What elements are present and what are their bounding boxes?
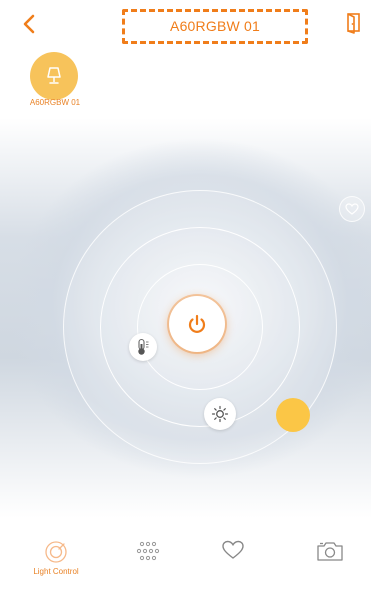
tab-label: Light Control [33, 567, 79, 576]
tab-scenes[interactable] [113, 540, 183, 590]
tab-camera[interactable] [295, 540, 365, 590]
heart-icon [222, 540, 244, 559]
color-picker-knob[interactable] [276, 398, 310, 432]
device-name-label: A60RGBW 01 [29, 98, 81, 107]
camera-icon [317, 542, 343, 561]
scenes-dots-icon [136, 541, 160, 561]
top-bar: A60RGBW 01 [0, 0, 371, 46]
color-temperature-button[interactable] [129, 333, 157, 361]
heart-icon [345, 203, 359, 215]
device-thumbnail[interactable] [30, 52, 78, 100]
power-button[interactable] [169, 296, 225, 352]
title-highlight-box: A60RGBW 01 [122, 9, 308, 44]
sun-icon [211, 405, 229, 423]
lamp-icon [47, 67, 61, 84]
tab-light-control[interactable]: Light Control [21, 540, 91, 590]
brightness-button[interactable] [204, 398, 236, 430]
power-icon [188, 314, 206, 333]
thermometer-icon [138, 338, 149, 355]
light-control-icon [45, 541, 67, 563]
door-exit-icon[interactable] [346, 12, 362, 34]
tab-favorites[interactable] [198, 540, 268, 590]
page-title: A60RGBW 01 [170, 18, 260, 34]
bottom-tab-bar: Light Control [0, 530, 371, 590]
favorite-button[interactable] [339, 196, 365, 222]
chevron-left-icon[interactable] [22, 14, 36, 34]
